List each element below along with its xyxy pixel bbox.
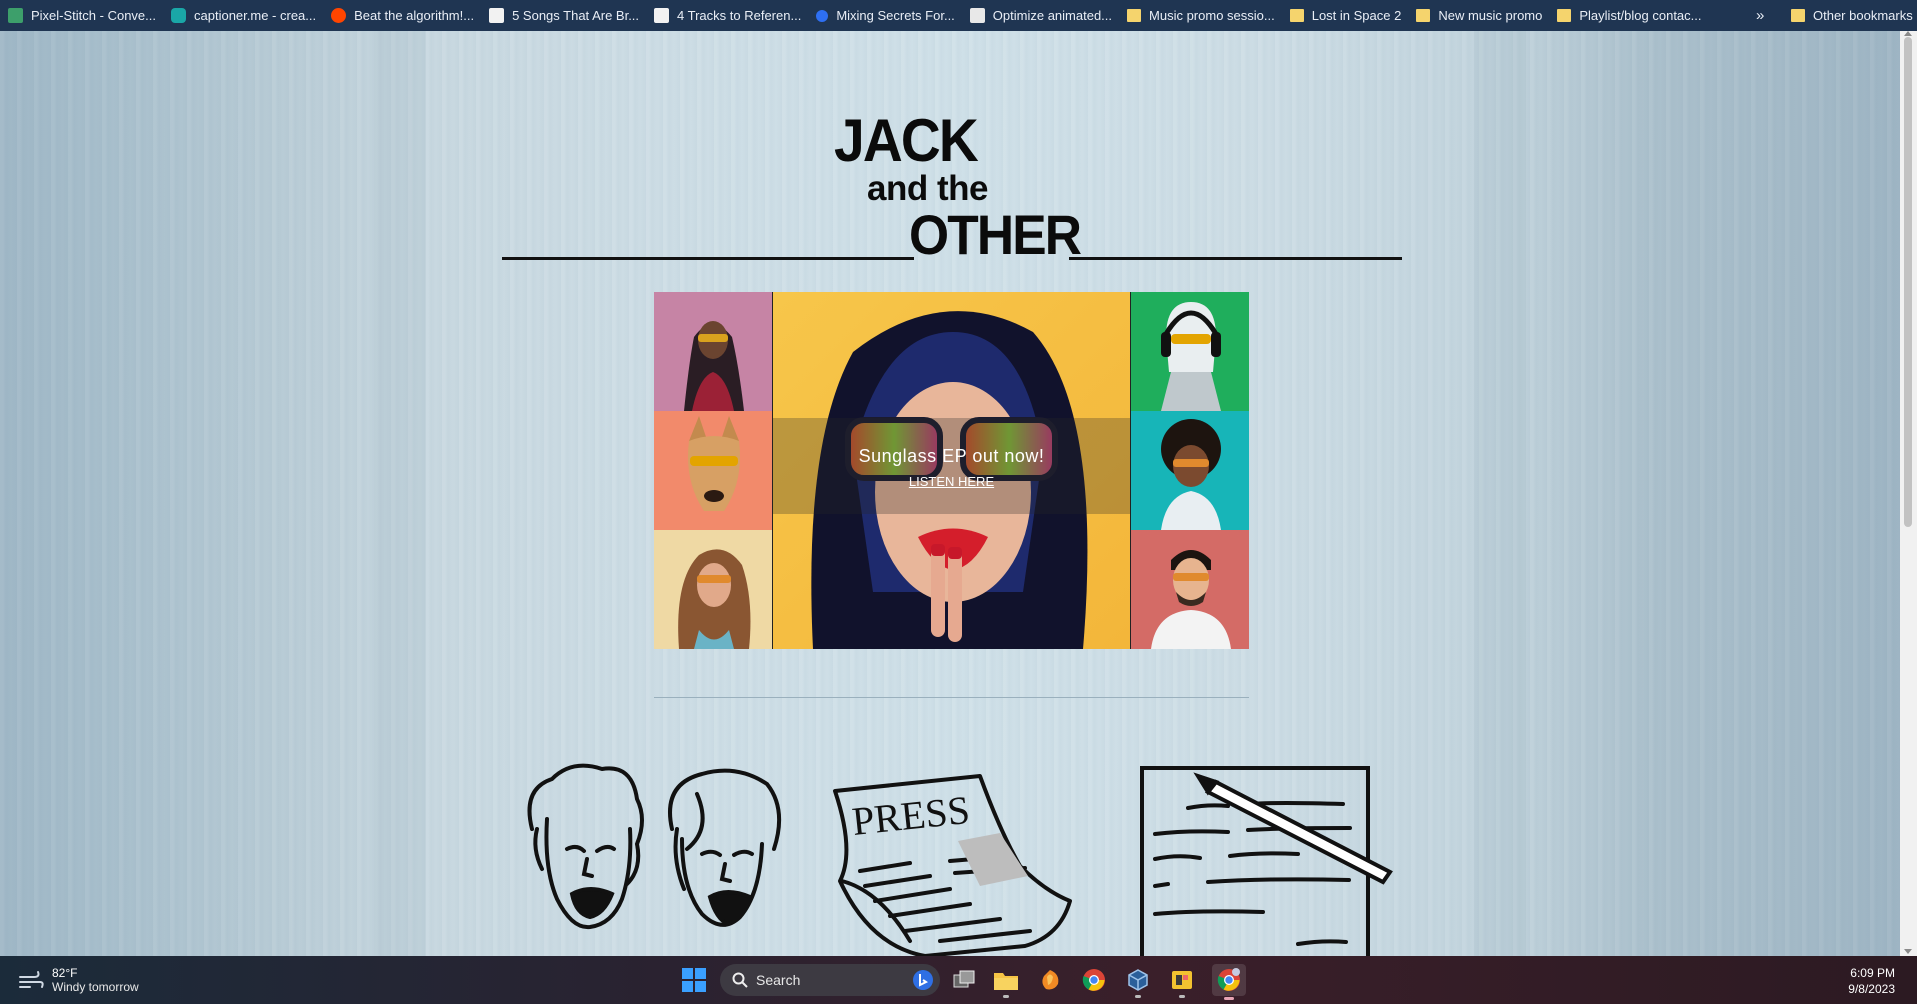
bookmark-folder-music-promo[interactable]: Music promo sessio...: [1119, 0, 1282, 31]
listen-here-link[interactable]: LISTEN HERE: [773, 474, 1130, 489]
weather-description: Windy tomorrow: [52, 980, 139, 994]
running-indicator: [1135, 995, 1141, 998]
captioner-icon: [171, 8, 186, 23]
hero-collage[interactable]: Sunglass EP out now! LISTEN HERE: [654, 292, 1249, 649]
bookmark-label: captioner.me - crea...: [194, 8, 317, 23]
bookmark-folder-playlist[interactable]: Playlist/blog contac...: [1549, 0, 1708, 31]
hero-headline: Sunglass EP out now!: [858, 446, 1045, 466]
photo-dog-sunglasses: [654, 411, 772, 530]
bookmark-label: Playlist/blog contac...: [1579, 8, 1702, 23]
search-icon: [732, 972, 748, 988]
clock-date: 9/8/2023: [1848, 982, 1895, 996]
windows-start-icon[interactable]: [682, 968, 706, 992]
folder-icon: [1557, 9, 1572, 22]
bookmark-label: Pixel-Stitch - Conve...: [31, 8, 156, 23]
reddit-icon: [331, 8, 347, 23]
app-folder-icon[interactable]: [1168, 966, 1196, 998]
bookmark-folder-new-music[interactable]: New music promo: [1408, 0, 1549, 31]
bookmark-label: 5 Songs That Are Br...: [512, 8, 640, 23]
scrollbar-thumb[interactable]: [1904, 37, 1912, 527]
folder-icon: [1127, 9, 1142, 22]
logo-text-other: OTHER: [909, 203, 1082, 266]
photo-woman-braids: [654, 292, 772, 411]
bing-icon[interactable]: [912, 969, 934, 991]
bookmark-optimize-animated[interactable]: Optimize animated...: [962, 0, 1119, 31]
weather-temperature: 82°F: [52, 966, 78, 980]
bookmark-folder-lost-in-space[interactable]: Lost in Space 2: [1282, 0, 1409, 31]
bookmark-label: Mixing Secrets For...: [836, 8, 955, 23]
other-bookmarks-folder[interactable]: Other bookmarks: [1783, 0, 1917, 31]
bookmark-mixing-secrets[interactable]: Mixing Secrets For...: [808, 0, 961, 31]
bookmark-beat-algorithm[interactable]: Beat the algorithm!...: [323, 0, 481, 31]
bookmark-label: 4 Tracks to Referen...: [677, 8, 802, 23]
page-icon: [489, 8, 505, 23]
folder-icon: [1416, 9, 1431, 22]
press-newspaper-icon[interactable]: PRESS: [830, 771, 1075, 956]
chrome-icon[interactable]: [1080, 966, 1108, 994]
grid-icon: [8, 8, 23, 23]
page-icon: [969, 8, 985, 23]
bookmark-label: Lost in Space 2: [1311, 8, 1402, 23]
web-page: JACK and the OTHER Sunglass EP out now! …: [0, 31, 1917, 956]
logo-rule-right: [1069, 257, 1402, 260]
weather-widget[interactable]: 82°F Windy tomorrow: [18, 966, 139, 994]
virtualbox-icon[interactable]: [1124, 966, 1152, 998]
background-panel: [1474, 31, 1526, 956]
scroll-up-arrow-icon[interactable]: [1904, 31, 1912, 36]
bookmark-label: Beat the algorithm!...: [354, 8, 475, 23]
bookmark-label: Optimize animated...: [992, 8, 1113, 23]
blog-notepad-icon[interactable]: [1138, 764, 1398, 956]
photo-man-white-tee: [1131, 530, 1249, 649]
folder-icon: [1289, 9, 1304, 22]
logo-rule-left: [502, 257, 914, 260]
chrome-profile-icon[interactable]: [1212, 964, 1246, 1000]
more-bookmarks-chevron-icon[interactable]: »: [1756, 0, 1764, 31]
photo-man-long-hair: [654, 530, 772, 649]
running-indicator: [1179, 995, 1185, 998]
bookmark-5-songs[interactable]: 5 Songs That Are Br...: [481, 0, 646, 31]
band-logo[interactable]: JACK and the OTHER: [502, 101, 1402, 266]
system-clock[interactable]: 6:09 PM 9/8/2023: [1848, 965, 1895, 997]
file-explorer-icon[interactable]: [992, 966, 1020, 998]
search-label: Search: [756, 972, 801, 988]
bookmark-captioner[interactable]: captioner.me - crea...: [163, 0, 323, 31]
taskbar-search-box[interactable]: Search: [720, 964, 940, 996]
active-indicator: [1224, 997, 1234, 1000]
bookmark-label: Other bookmarks: [1813, 8, 1913, 23]
bookmarks-bar: Pixel-Stitch - Conve... captioner.me - c…: [0, 0, 1917, 31]
band-members-icon[interactable]: [512, 759, 787, 956]
windows-taskbar: 82°F Windy tomorrow Search 6:09 PM 9/8/2…: [0, 956, 1917, 1004]
running-indicator: [1003, 995, 1009, 998]
scroll-down-arrow-icon[interactable]: [1904, 949, 1912, 954]
wind-icon: [19, 971, 44, 988]
press-word: PRESS: [850, 787, 972, 844]
logo-text-and-the: and the: [867, 169, 988, 208]
section-divider: [654, 697, 1249, 698]
fl-studio-icon[interactable]: [1036, 966, 1064, 994]
photo-child-sunglasses: [1131, 411, 1249, 530]
page-scrollbar[interactable]: [1900, 31, 1917, 956]
background-panel: [374, 31, 426, 956]
bookmark-label: New music promo: [1438, 8, 1543, 23]
task-view-icon[interactable]: [950, 966, 978, 994]
clock-time: 6:09 PM: [1850, 966, 1895, 980]
blue-dot-icon: [816, 9, 829, 22]
logo-text-jack: JACK: [834, 107, 979, 174]
bookmark-label: Music promo sessio...: [1149, 8, 1275, 23]
bookmark-4-tracks[interactable]: 4 Tracks to Referen...: [646, 0, 808, 31]
photo-statue-headphones: [1131, 292, 1249, 411]
page-icon: [654, 8, 670, 23]
bookmark-pixel-stitch[interactable]: Pixel-Stitch - Conve...: [0, 0, 163, 31]
folder-icon: [1791, 9, 1805, 22]
